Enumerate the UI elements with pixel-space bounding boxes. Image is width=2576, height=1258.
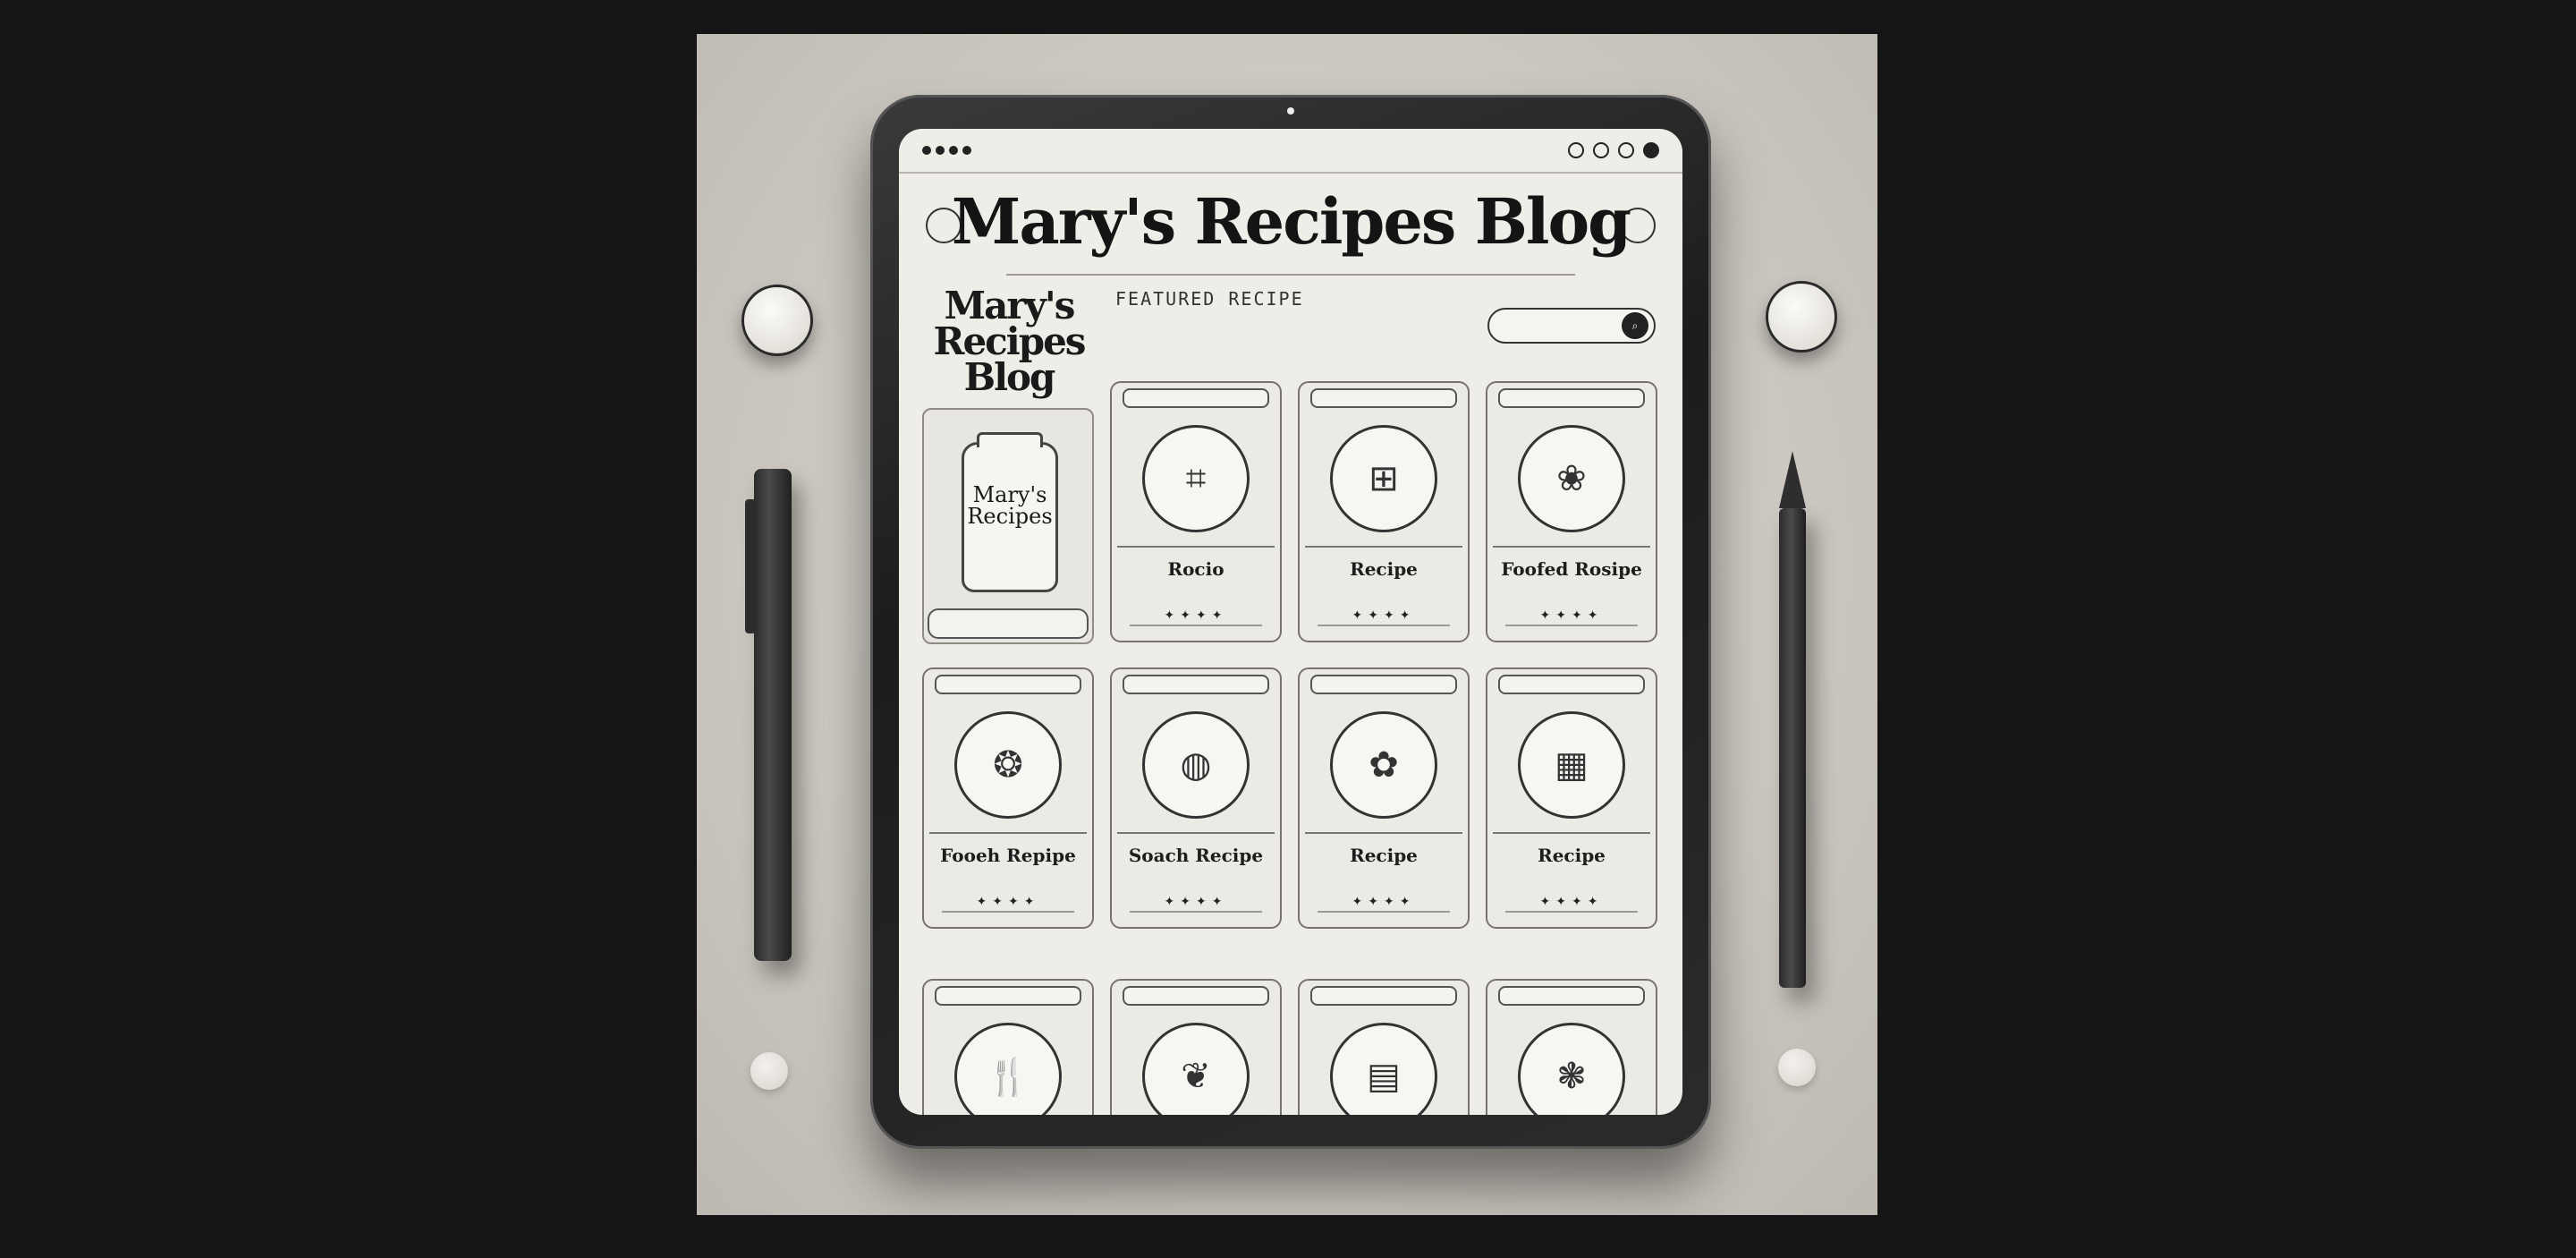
card-illustration: ▦	[1493, 698, 1650, 834]
recipe-card[interactable]: 🍴	[922, 979, 1094, 1115]
window-dots	[922, 146, 971, 155]
card-illustration: ▤	[1305, 1009, 1462, 1115]
utensils-icon: 🍴	[954, 1023, 1062, 1115]
featured-label: FEATURED RECIPE	[1115, 288, 1304, 310]
user-icon[interactable]	[1643, 142, 1659, 158]
card-tab	[1310, 675, 1457, 694]
card-tab	[1498, 986, 1645, 1006]
napkin-icon: ▤	[1330, 1023, 1437, 1115]
recipe-card[interactable]: ✿ Recipe ✦✦✦✦	[1298, 667, 1470, 929]
card-tab	[1123, 986, 1269, 1006]
card-divider	[1505, 911, 1638, 913]
card-tab	[1123, 675, 1269, 694]
recipe-grid-row3: 🍴 ❦ ▤ ❃	[922, 979, 1659, 1115]
card-illustration: ⊞	[1305, 412, 1462, 548]
plate-icon: ✿	[1330, 711, 1437, 819]
recipe-card[interactable]: ◍ Soach Recipe ✦✦✦✦	[1110, 667, 1282, 929]
card-tab	[1498, 388, 1645, 408]
info-icon[interactable]	[1618, 142, 1634, 158]
recipe-name: Recipe	[1350, 845, 1418, 866]
plate-icon: ◍	[1142, 711, 1250, 819]
plate-icon: ❀	[1518, 425, 1625, 532]
card-illustration: ❂	[929, 698, 1087, 834]
recipe-grid: ⌗ Rocio ✦✦✦✦ ⊞ Recipe ✦✦✦✦ ❀ Foofed Rosi…	[922, 381, 1659, 929]
recipe-name: Recipe	[1538, 845, 1606, 866]
rating-icons: ✦✦✦✦	[1539, 895, 1604, 909]
card-divider	[1130, 911, 1262, 913]
plate-icon: ❂	[954, 711, 1062, 819]
left-dial-knob[interactable]	[741, 285, 813, 356]
rating-icons: ✦✦✦✦	[1352, 895, 1416, 909]
rating-icons: ✦✦✦✦	[1164, 608, 1228, 623]
card-divider	[1130, 625, 1262, 626]
search-icon[interactable]: ⌕	[1622, 312, 1648, 339]
recipe-card[interactable]: ❦	[1110, 979, 1282, 1115]
recipe-card[interactable]: ❃	[1486, 979, 1657, 1115]
recipe-card[interactable]: ⌗ Rocio ✦✦✦✦	[1110, 381, 1282, 642]
recipe-card[interactable]: ❀ Foofed Rosipe ✦✦✦✦	[1486, 381, 1657, 642]
card-illustration: 🍴	[929, 1009, 1087, 1115]
rating-icons: ✦✦✦✦	[976, 895, 1040, 909]
recipe-name: Fooeh Repipe	[940, 845, 1076, 866]
plate-icon: ▦	[1518, 711, 1625, 819]
settings-icon[interactable]	[1593, 142, 1609, 158]
card-tab	[935, 986, 1081, 1006]
rating-icons: ✦✦✦✦	[1352, 608, 1416, 623]
tablet-screen: Mary's Recipes Blog Mary's Recipes Blog …	[899, 129, 1682, 1115]
page-title: Mary's Recipes Blog	[951, 184, 1631, 259]
card-tab	[935, 675, 1081, 694]
scene-background: Mary's Recipes Blog Mary's Recipes Blog …	[697, 34, 1877, 1215]
rating-icons: ✦✦✦✦	[1539, 608, 1604, 623]
recipe-card[interactable]: ❂ Fooeh Repipe ✦✦✦✦	[922, 667, 1094, 929]
right-dial-knob[interactable]	[1766, 281, 1837, 353]
tablet-device: Mary's Recipes Blog Mary's Recipes Blog …	[870, 95, 1711, 1149]
card-illustration: ✿	[1305, 698, 1462, 834]
card-tab	[1498, 675, 1645, 694]
recipe-card[interactable]: ▤	[1298, 979, 1470, 1115]
dot-icon	[949, 146, 958, 155]
leaf-icon: ❦	[1142, 1023, 1250, 1115]
search-bar[interactable]: ⌕	[1487, 308, 1656, 344]
sidebar-logo: Mary's Recipes Blog	[933, 284, 1087, 399]
dot-icon	[922, 146, 931, 155]
nav-icons	[1568, 142, 1659, 158]
plate-icon: ⌗	[1142, 425, 1250, 532]
left-pen	[745, 469, 792, 961]
card-illustration: ❀	[1493, 412, 1650, 548]
card-divider	[1505, 625, 1638, 626]
top-bar	[899, 129, 1682, 174]
rating-icons: ✦✦✦✦	[1164, 895, 1228, 909]
card-divider	[942, 911, 1074, 913]
dot-icon	[936, 146, 945, 155]
recipe-name: Soach Recipe	[1128, 845, 1264, 866]
recipe-name: Recipe	[1350, 558, 1418, 580]
dot-icon	[962, 146, 971, 155]
right-small-button[interactable]	[1778, 1049, 1816, 1086]
card-divider	[1318, 625, 1450, 626]
card-tab	[1310, 986, 1457, 1006]
recipe-card[interactable]: ▦ Recipe ✦✦✦✦	[1486, 667, 1657, 929]
recipe-name: Rocio	[1167, 558, 1224, 580]
plate-icon: ⊞	[1330, 425, 1437, 532]
right-stylus	[1779, 451, 1806, 988]
recipe-card[interactable]: ⊞ Recipe ✦✦✦✦	[1298, 381, 1470, 642]
plate-icon: ❃	[1518, 1023, 1625, 1115]
left-small-button[interactable]	[750, 1052, 788, 1090]
card-tab	[1310, 388, 1457, 408]
card-illustration: ❦	[1117, 1009, 1275, 1115]
header-divider	[1006, 274, 1575, 276]
card-divider	[1318, 911, 1450, 913]
card-illustration: ❃	[1493, 1009, 1650, 1115]
card-illustration: ◍	[1117, 698, 1275, 834]
camera-dot	[1287, 107, 1294, 115]
card-illustration: ⌗	[1117, 412, 1275, 548]
recipe-name: Foofed Rosipe	[1501, 558, 1642, 580]
location-icon[interactable]	[1568, 142, 1584, 158]
card-tab	[1123, 388, 1269, 408]
